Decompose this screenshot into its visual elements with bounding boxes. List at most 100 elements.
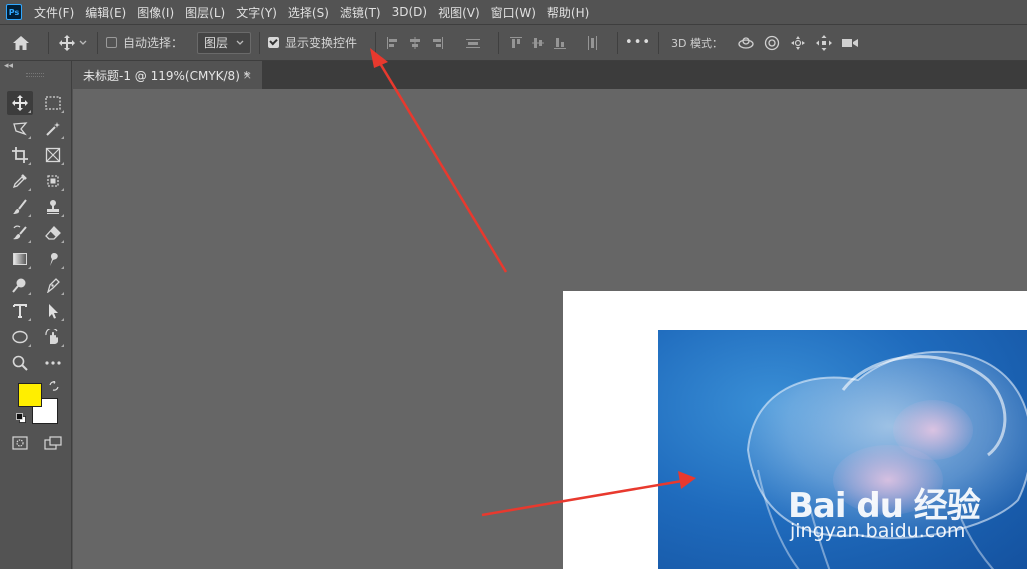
menu-edit[interactable]: 编辑(E) xyxy=(85,4,126,21)
separator xyxy=(375,31,377,54)
brush-icon xyxy=(13,199,27,214)
auto-select-checkbox[interactable] xyxy=(106,37,117,48)
lasso-tool[interactable] xyxy=(7,117,33,141)
magnifier-icon xyxy=(12,355,28,371)
3d-camera-button[interactable] xyxy=(837,36,863,50)
menu-type[interactable]: 文字(Y) xyxy=(236,4,277,21)
layer-select-dropdown[interactable]: 图层 xyxy=(197,31,252,54)
distribute-icon xyxy=(466,38,481,48)
jellyfish-image-layer[interactable]: Bai du 经验 jingyan.baidu.com xyxy=(658,330,1027,569)
show-transform-label: 显示变换控件 xyxy=(285,36,358,50)
more-options-button[interactable]: ••• xyxy=(624,35,652,50)
align-horizontal-centers-button[interactable] xyxy=(404,32,426,54)
3d-slide-button[interactable] xyxy=(811,34,837,51)
quick-mask-button[interactable] xyxy=(7,431,33,455)
photoshop-logo-icon: Ps xyxy=(6,4,22,20)
pen-tool[interactable] xyxy=(40,273,66,297)
close-tab-icon[interactable]: × xyxy=(243,69,252,82)
3d-orbit-button[interactable] xyxy=(733,35,759,51)
brush-tool[interactable] xyxy=(7,195,33,219)
type-tool[interactable] xyxy=(7,299,33,323)
align-left-icon xyxy=(387,36,398,49)
panel-grip[interactable] xyxy=(26,73,44,77)
align-bottom-icon xyxy=(554,37,567,49)
layer-select-value: 图层 xyxy=(204,36,229,50)
auto-select-toggle[interactable]: 自动选择： xyxy=(106,34,183,51)
screen-mode-button[interactable] xyxy=(40,431,66,455)
align-right-edges-button[interactable] xyxy=(426,32,448,54)
crop-tool[interactable] xyxy=(7,143,33,167)
menu-help[interactable]: 帮助(H) xyxy=(547,4,589,21)
zoom-tool[interactable] xyxy=(7,351,33,375)
separator xyxy=(48,31,49,54)
distribute-vertical-button[interactable] xyxy=(581,32,603,54)
default-colors-icon[interactable] xyxy=(16,413,26,423)
smudge-tool[interactable] xyxy=(40,247,66,271)
canvas-workspace[interactable]: Bai du 经验 jingyan.baidu.com xyxy=(73,89,1027,569)
distribute-horizontal-button[interactable] xyxy=(462,32,484,54)
patch-tool[interactable] xyxy=(40,169,66,193)
3d-roll-button[interactable] xyxy=(759,35,785,51)
history-brush-tool[interactable] xyxy=(7,221,33,245)
eraser-icon xyxy=(45,226,61,240)
marquee-tool[interactable] xyxy=(40,91,66,115)
clone-stamp-tool[interactable] xyxy=(40,195,66,219)
menu-window[interactable]: 窗口(W) xyxy=(491,4,536,21)
3d-mode-label: 3D 模式： xyxy=(671,36,724,50)
magic-wand-tool[interactable] xyxy=(40,117,66,141)
foreground-color-swatch[interactable] xyxy=(18,383,42,407)
swap-colors-icon[interactable] xyxy=(49,381,59,391)
gradient-tool[interactable] xyxy=(7,247,33,271)
move-tool[interactable] xyxy=(7,91,33,115)
frame-tool[interactable] xyxy=(40,143,66,167)
path-selection-tool[interactable] xyxy=(40,299,66,323)
align-top-edges-button[interactable] xyxy=(505,32,527,54)
show-transform-controls-toggle[interactable]: 显示变换控件 xyxy=(268,34,357,51)
3d-orbit-icon xyxy=(738,36,754,49)
show-transform-checkbox[interactable] xyxy=(268,37,280,48)
align-vertical-centers-button[interactable] xyxy=(527,32,549,54)
eyedropper-tool[interactable] xyxy=(7,169,33,193)
edit-toolbar-button[interactable] xyxy=(40,351,66,375)
3d-roll-icon xyxy=(764,35,780,50)
gradient-icon xyxy=(13,253,27,265)
frame-icon xyxy=(45,147,61,163)
tools-panel: ◂◂ xyxy=(0,61,72,569)
document-tab-bar: 未标题-1 @ 119%(CMYK/8) * × xyxy=(73,61,1027,89)
separator xyxy=(617,31,619,54)
align-left-edges-button[interactable] xyxy=(382,32,404,54)
menu-view[interactable]: 视图(V) xyxy=(438,4,480,21)
menu-file[interactable]: 文件(F) xyxy=(34,4,74,21)
quick-mask-icon xyxy=(12,436,28,450)
align-top-icon xyxy=(510,36,523,48)
3d-slide-icon xyxy=(816,34,833,51)
rotate-view-tool[interactable] xyxy=(40,325,66,349)
collapse-panel-icon[interactable]: ◂◂ xyxy=(4,61,13,71)
document-tab[interactable]: 未标题-1 @ 119%(CMYK/8) * × xyxy=(73,61,262,89)
magic-wand-icon xyxy=(46,122,60,136)
ellipse-tool[interactable] xyxy=(7,325,33,349)
separator xyxy=(658,31,660,54)
dodge-icon xyxy=(12,278,26,293)
eraser-tool[interactable] xyxy=(40,221,66,245)
screen-mode-icon xyxy=(44,436,62,450)
separator xyxy=(259,31,261,54)
tool-preset-picker[interactable] xyxy=(55,34,91,51)
dodge-tool[interactable] xyxy=(7,273,33,297)
menu-layer[interactable]: 图层(L) xyxy=(185,4,225,21)
ellipse-icon xyxy=(12,330,28,344)
3d-pan-button[interactable] xyxy=(785,35,811,51)
menu-image[interactable]: 图像(I) xyxy=(137,4,174,21)
home-icon xyxy=(13,35,29,50)
polygonal-lasso-icon xyxy=(13,122,28,136)
menu-filter[interactable]: 滤镜(T) xyxy=(340,4,381,21)
align-bottom-edges-button[interactable] xyxy=(549,32,571,54)
patch-icon xyxy=(47,175,59,187)
document-canvas[interactable]: Bai du 经验 jingyan.baidu.com xyxy=(563,291,1027,569)
home-button[interactable] xyxy=(0,35,42,51)
pen-icon xyxy=(47,278,60,293)
document-tab-title: 未标题-1 @ 119%(CMYK/8) * xyxy=(83,68,250,83)
menu-bar: Ps 文件(F) 编辑(E) 图像(I) 图层(L) 文字(Y) 选择(S) 滤… xyxy=(0,0,1027,24)
menu-3d[interactable]: 3D(D) xyxy=(392,5,427,19)
menu-select[interactable]: 选择(S) xyxy=(288,4,329,21)
